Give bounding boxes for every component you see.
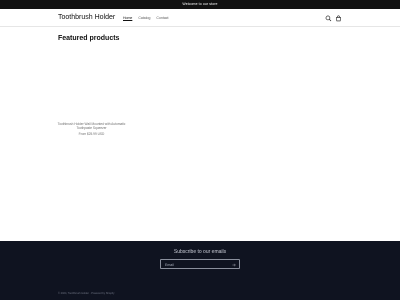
nav-home[interactable]: Home [123,16,132,21]
product-title[interactable]: Toothbrush Holder Wall Mounted with Auto… [56,122,127,130]
newsletter-form [160,259,240,269]
arrow-right-icon[interactable] [232,263,236,267]
store-logo[interactable]: Toothbrush Holder [58,13,115,22]
cart-icon[interactable] [335,15,342,22]
copyright-text: © 2024, Toothbrush Holder · Powered by S… [58,292,115,295]
site-header: Toothbrush Holder Home Catalog Contact [0,9,400,27]
search-icon[interactable] [325,15,332,22]
nav-catalog[interactable]: Catalog [138,16,150,21]
announcement-bar: Welcome to our store [0,0,400,9]
announcement-text: Welcome to our store [182,2,218,6]
newsletter-title: Subscribe to our emails [173,249,227,255]
email-field[interactable] [165,260,229,269]
product-card[interactable]: Toothbrush Holder Wall Mounted with Auto… [56,52,127,140]
product-price: From $25.99 USD [78,132,105,136]
site-footer: Subscribe to our emails © 2024, Toothbru… [0,241,400,300]
main-nav: Home Catalog Contact [123,16,168,21]
product-image[interactable] [56,52,127,121]
featured-products-title: Featured products [58,35,120,42]
nav-contact[interactable]: Contact [156,16,168,21]
